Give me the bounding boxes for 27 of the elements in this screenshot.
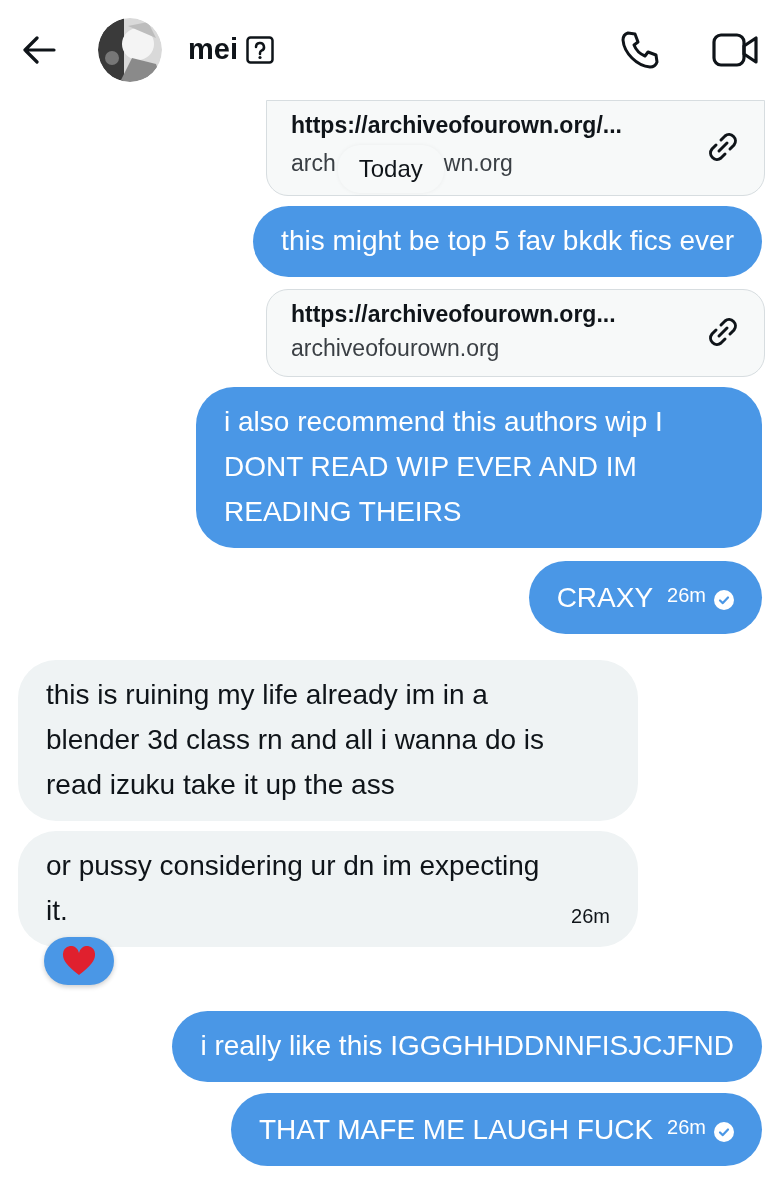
sent-message-text: CRAXY <box>556 581 654 615</box>
received-message-text: this is ruining my life already im in a blender 3d class rn and all i wanna do is read izuku take it up the ass <box>46 679 545 800</box>
message-time: 26m <box>667 583 706 608</box>
link-url: https://archiveofourown.org... <box>291 300 617 329</box>
link-preview-card[interactable]: https://archiveofourown.org/... arch Today wn.org <box>266 100 765 196</box>
heart-icon <box>62 946 96 976</box>
link-url: https://archiveofourown.org/... <box>291 111 623 140</box>
link-icon <box>706 130 740 164</box>
back-icon[interactable] <box>22 36 56 64</box>
link-preview-card[interactable]: https://archiveofourown.org... archiveofourown.org <box>266 289 765 377</box>
received-message-text: or pussy considering ur dn im expecting it. <box>46 849 541 928</box>
video-call-icon[interactable] <box>712 33 758 67</box>
sent-message-text: this might be top 5 fav bkdk fics ever <box>281 225 734 256</box>
date-label: Today <box>337 145 444 193</box>
phone-icon[interactable] <box>620 30 660 70</box>
help-icon[interactable] <box>246 36 274 64</box>
message-time: 26m <box>667 1115 706 1140</box>
sent-message-text: i really like this IGGGHHDDNNFISJCJFND <box>200 1030 734 1061</box>
message-time: 26m <box>571 904 610 929</box>
link-domain: arch <box>291 149 336 178</box>
sent-message-text: THAT MAFE ME LAUGH FUCK <box>259 1113 654 1147</box>
link-domain: archiveofourown.org <box>291 334 500 363</box>
contact-name[interactable]: mei <box>188 28 238 72</box>
link-icon <box>706 315 740 349</box>
sent-message-text: i also recommend this authors wip I DONT READ WIP EVER AND IM READING THEIRS <box>224 406 663 527</box>
link-domain: wn.org <box>443 149 513 178</box>
reaction-badge[interactable] <box>44 937 114 985</box>
